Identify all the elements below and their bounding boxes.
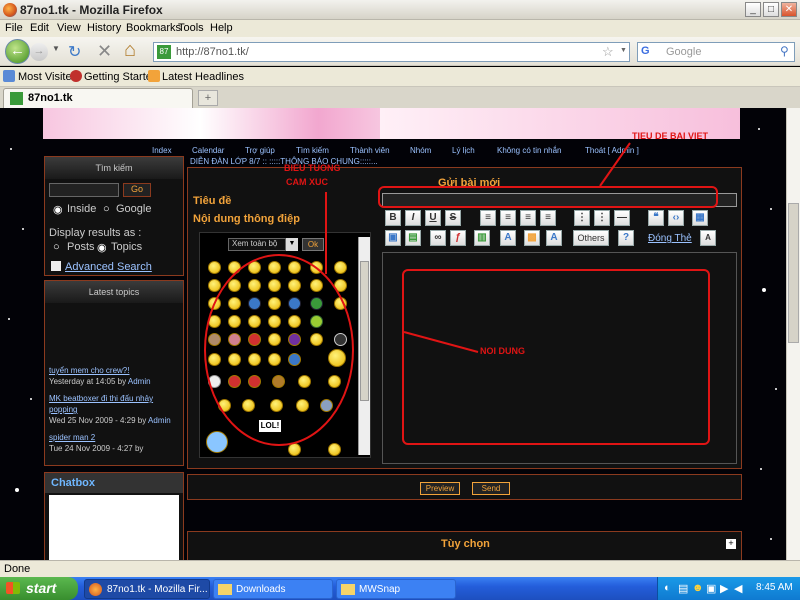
url-bar[interactable]: 87 http://87no1.tk/ ☆ ▼ [153, 42, 630, 62]
tab-title: 87no1.tk [28, 92, 73, 104]
page-content: Index Calendar Trợ giúp Tìm kiếm Thành v… [0, 108, 786, 560]
tray-icon[interactable]: ◐ [664, 582, 671, 594]
clock: 8:45 AM [756, 582, 793, 593]
folder-icon [218, 584, 232, 595]
bookmarks-toolbar: Most Visited Getting Started Latest Head… [0, 67, 800, 87]
messenger-icon[interactable]: ☻ [692, 582, 704, 594]
windows-logo-icon [6, 582, 20, 594]
taskbar-item-mwsnap[interactable]: MWSnap [336, 579, 456, 599]
printer-icon[interactable]: ▤ [678, 582, 688, 595]
menu-help[interactable]: Help [210, 22, 233, 34]
bookmark-latest-headlines[interactable]: Latest Headlines [162, 71, 244, 83]
bookmark-getting-started[interactable]: Getting Started [84, 71, 158, 83]
menu-bookmarks[interactable]: Bookmarks [126, 22, 181, 34]
page-scrollbar[interactable] [786, 108, 800, 560]
window-title: 87no1.tk - Mozilla Firefox [20, 3, 163, 17]
folder-icon [341, 584, 355, 595]
search-box[interactable]: G Google ⚲ [637, 42, 795, 62]
options-panel: Tùy chọn + [187, 531, 742, 560]
system-tray: ◐ ▤ ☻ ▣ ▶ ◀ 8:45 AM [657, 577, 800, 600]
firefox-icon [89, 583, 102, 596]
minimize-button[interactable]: _ [745, 2, 761, 17]
home-icon[interactable]: ⌂ [124, 39, 136, 62]
menu-view[interactable]: View [57, 22, 81, 34]
back-button[interactable]: ← [5, 39, 30, 64]
status-text: Done [4, 563, 31, 575]
menu-history[interactable]: History [87, 22, 121, 34]
menu-tools[interactable]: Tools [178, 22, 204, 34]
new-tab-button[interactable]: + [198, 90, 218, 106]
taskbar-item-downloads[interactable]: Downloads [213, 579, 333, 599]
close-window-button[interactable]: ✕ [781, 2, 797, 17]
tab-favicon [10, 92, 23, 105]
media-icon[interactable]: ▶ [720, 582, 728, 595]
page-scroll-thumb[interactable] [788, 203, 799, 343]
status-bar: Done [0, 560, 800, 577]
options-expand-button[interactable]: + [726, 539, 736, 549]
forward-button[interactable]: → [30, 43, 48, 61]
volume-icon[interactable]: ◀ [734, 582, 742, 595]
getting-started-icon [70, 70, 82, 82]
network-icon[interactable]: ▣ [706, 582, 716, 595]
action-bar: Preview Send [187, 474, 742, 500]
options-title: Tùy chọn [441, 538, 490, 550]
search-placeholder: Google [666, 46, 702, 58]
window-title-bar: 87no1.tk - Mozilla Firefox _ □ ✕ [0, 0, 800, 20]
taskbar-item-firefox[interactable]: 87no1.tk - Mozilla Fir... [84, 579, 210, 599]
menu-bar: File Edit View History Bookmarks Tools H… [0, 20, 800, 37]
firefox-icon [3, 3, 17, 17]
preview-button[interactable]: Preview [420, 482, 460, 495]
tab-active[interactable]: 87no1.tk [3, 88, 193, 108]
url-text: http://87no1.tk/ [176, 46, 249, 58]
site-favicon: 87 [157, 45, 171, 59]
most-visited-icon [3, 70, 15, 82]
start-button[interactable]: start [0, 577, 78, 600]
bookmark-most-visited[interactable]: Most Visited [18, 71, 78, 83]
menu-edit[interactable]: Edit [30, 22, 49, 34]
reload-icon[interactable]: ↻ [68, 42, 81, 62]
bookmark-star-icon[interactable]: ☆ [602, 44, 614, 60]
stop-icon[interactable]: ✕ [97, 41, 112, 62]
start-label: start [26, 580, 57, 596]
google-engine-icon[interactable]: G [641, 45, 655, 59]
rss-feed-icon [148, 70, 160, 82]
maximize-button[interactable]: □ [763, 2, 779, 17]
menu-file[interactable]: File [5, 22, 23, 34]
url-dropdown-icon[interactable]: ▼ [620, 47, 627, 54]
search-icon[interactable]: ⚲ [780, 44, 789, 58]
send-button[interactable]: Send [472, 482, 510, 495]
history-dropdown-icon[interactable]: ▼ [52, 44, 62, 58]
